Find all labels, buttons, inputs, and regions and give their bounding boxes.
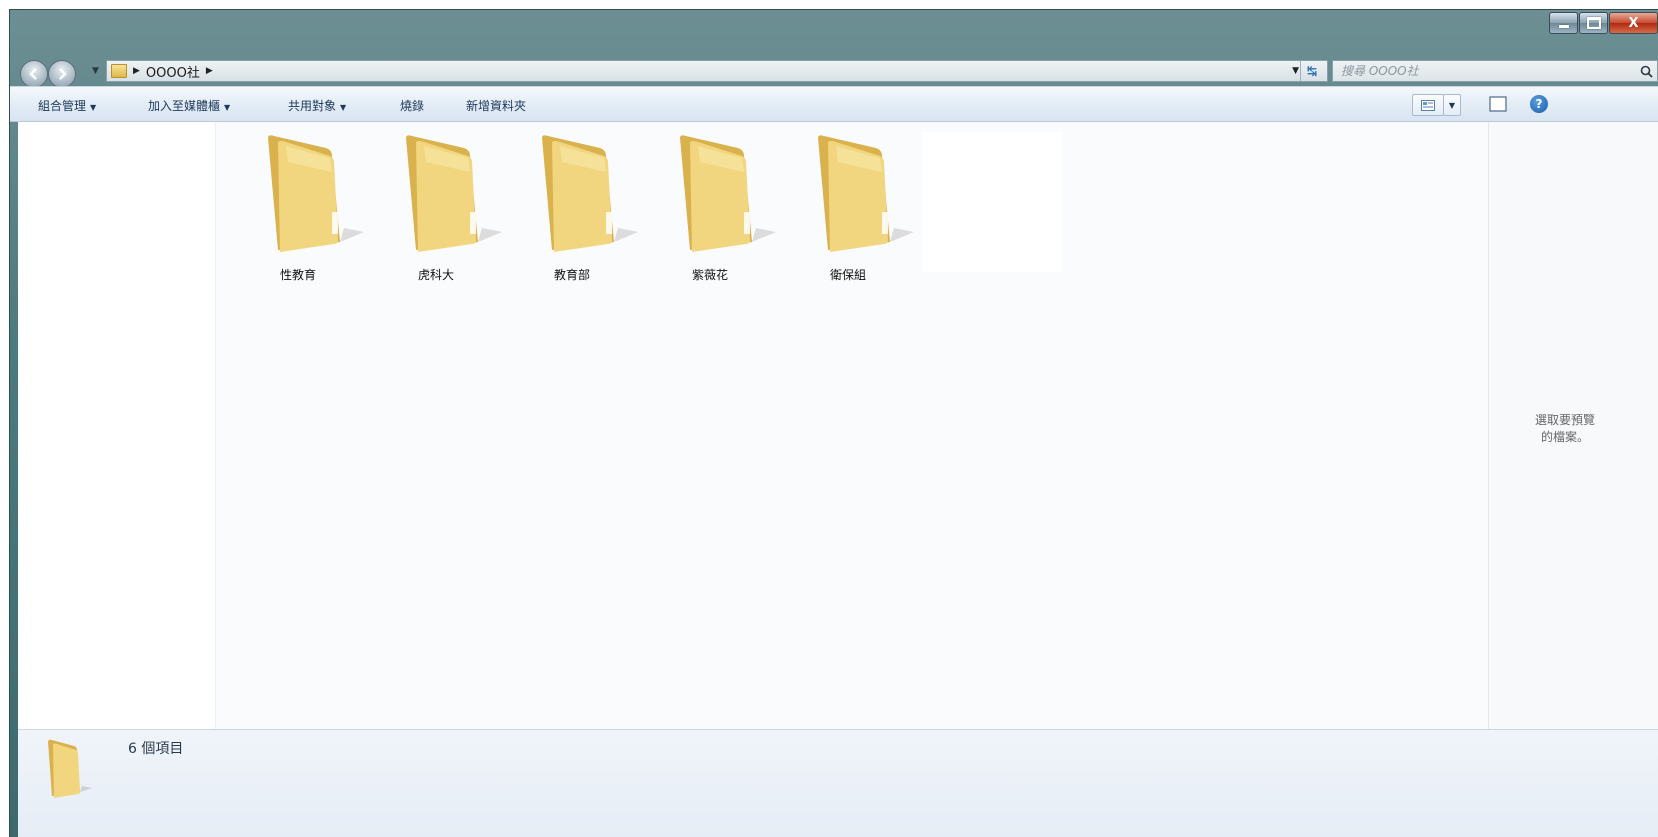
- preview-message-line: 的檔案。: [1540, 430, 1589, 444]
- content-area: 性教育 虎科大 教育部 紫薇花 衛保組 選取要預覽 的檔案。: [18, 122, 1658, 729]
- preview-message: 選取要預覽 的檔案。: [1495, 412, 1635, 446]
- back-arrow-icon: [29, 68, 37, 80]
- item-count: 6 個項目: [128, 741, 184, 757]
- close-icon: X: [1628, 15, 1639, 31]
- folder-icon: [542, 135, 638, 252]
- minimize-icon: [1558, 24, 1569, 28]
- close-button[interactable]: X: [1609, 12, 1658, 34]
- more-views-dropdown[interactable]: ▼: [1443, 94, 1461, 116]
- folder-icon: [268, 135, 364, 252]
- file-list[interactable]: 性教育 虎科大 教育部 紫薇花 衛保組: [216, 122, 1488, 729]
- address-dropdown[interactable]: ▼: [1292, 66, 1299, 76]
- folder-name: 紫薇花: [691, 268, 728, 282]
- back-button[interactable]: [20, 60, 48, 88]
- folder-icon: [680, 135, 776, 252]
- details-pane: 6 個項目: [18, 729, 1658, 837]
- folder-name: 教育部: [553, 268, 590, 282]
- organize-menu[interactable]: 組合管理 ▼: [38, 97, 96, 114]
- address-row: ▼ ▶ OOOO社 ▶ ▼ ↹: [10, 50, 1658, 88]
- folder-icon: [48, 739, 92, 798]
- preview-message-line: 選取要預覽: [1534, 413, 1595, 427]
- folder-name: 性教育: [279, 268, 316, 282]
- share-with-menu[interactable]: 共用對象 ▼: [288, 97, 346, 114]
- folder-item[interactable]: 虎科大: [376, 132, 502, 292]
- breadcrumb-separator-icon[interactable]: ▶: [133, 66, 140, 76]
- maximize-button[interactable]: [1579, 12, 1608, 34]
- breadcrumb-separator-icon[interactable]: ▶: [206, 66, 213, 76]
- caption-buttons: X: [1548, 12, 1658, 34]
- address-bar[interactable]: ▶ OOOO社 ▶ ▼ ↹: [106, 60, 1328, 82]
- forward-arrow-icon: [59, 68, 67, 80]
- folder-icon: [818, 135, 914, 252]
- refresh-icon: ↹: [1306, 64, 1318, 78]
- new-folder-label: 新增資料夾: [466, 99, 527, 113]
- maximize-icon: [1586, 17, 1601, 29]
- title-bar[interactable]: X: [10, 10, 1658, 50]
- organize-label: 組合管理: [38, 99, 87, 113]
- chevron-down-icon: ▼: [224, 103, 231, 112]
- folder-icon: [406, 135, 502, 252]
- burn-button[interactable]: 燒錄: [400, 97, 424, 114]
- unlabeled-item[interactable]: [922, 132, 1062, 272]
- help-icon[interactable]: ?: [1530, 95, 1548, 113]
- forward-button[interactable]: [48, 60, 76, 88]
- burn-label: 燒錄: [400, 99, 425, 113]
- views-icon: [1421, 99, 1435, 111]
- folder-item[interactable]: 教育部: [512, 132, 638, 292]
- minimize-button[interactable]: [1549, 12, 1578, 34]
- preview-pane-button[interactable]: [1488, 94, 1508, 114]
- recent-pages-dropdown[interactable]: ▼: [92, 66, 99, 76]
- navigation-pane[interactable]: [18, 122, 216, 729]
- command-bar: 組合管理 ▼ 加入至媒體櫃 ▼ 共用對象 ▼ 燒錄 新增資料夾 ▼ ?: [10, 86, 1658, 122]
- chevron-down-icon: ▼: [340, 103, 347, 112]
- folder-item[interactable]: 衛保組: [788, 132, 914, 292]
- chevron-down-icon: ▼: [1448, 100, 1456, 110]
- add-to-library-label: 加入至媒體櫃: [148, 99, 221, 113]
- search-icon[interactable]: [1635, 65, 1657, 78]
- breadcrumb-item[interactable]: OOOO社: [146, 62, 200, 81]
- refresh-button[interactable]: ↹: [1300, 61, 1323, 81]
- search-input[interactable]: [1333, 61, 1635, 81]
- share-with-label: 共用對象: [288, 99, 337, 113]
- add-to-library-menu[interactable]: 加入至媒體櫃 ▼: [148, 97, 230, 114]
- folder-name: 衛保組: [829, 268, 866, 282]
- preview-pane: 選取要預覽 的檔案。: [1488, 122, 1658, 729]
- chevron-down-icon: ▼: [90, 103, 97, 112]
- folder-item[interactable]: 紫薇花: [650, 132, 776, 292]
- folder-name: 虎科大: [417, 268, 454, 282]
- new-folder-button[interactable]: 新增資料夾: [466, 97, 526, 114]
- folder-item[interactable]: 性教育: [238, 132, 364, 292]
- folder-icon: [111, 64, 127, 78]
- search-box[interactable]: [1332, 60, 1658, 82]
- preview-pane-icon: [1489, 96, 1507, 112]
- explorer-window: X ▼ ▶ OOOO社 ▶ ▼ ↹ 組合管理▼ 加入至媒體櫃: [10, 10, 1658, 837]
- change-view-button[interactable]: [1412, 94, 1444, 116]
